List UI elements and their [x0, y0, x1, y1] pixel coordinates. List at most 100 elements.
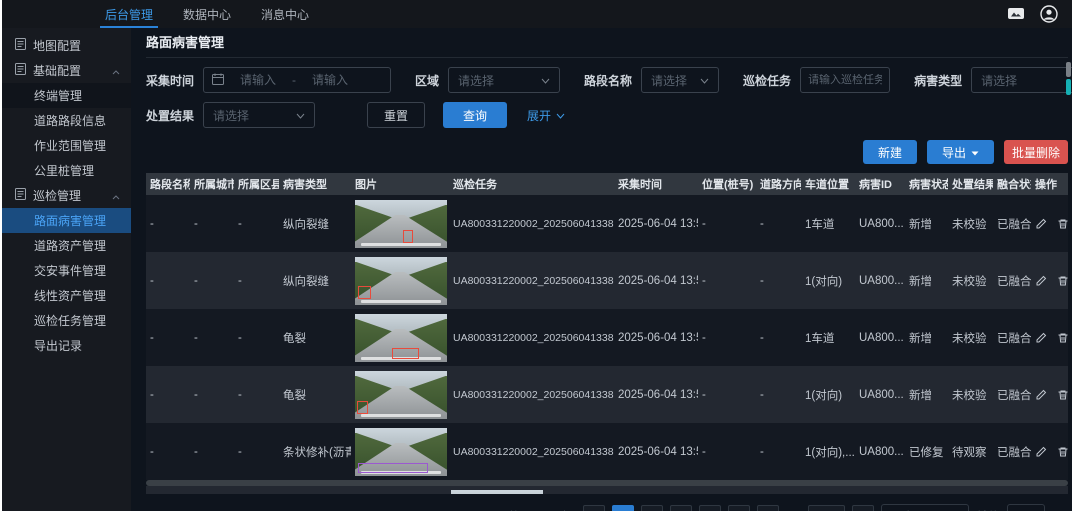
region-label: 区域	[415, 72, 439, 89]
chevron-down-icon	[951, 509, 960, 511]
table-row: - - - 条状修补(沥青) UA800331220002_2025060413…	[146, 423, 1068, 480]
table-row: - - - 纵向裂缝 UA800331220002_20250604133852…	[146, 195, 1068, 252]
sidebar-item-road-section-info[interactable]: 道路路段信息	[2, 108, 131, 133]
top-nav-tabs: 后台管理 数据中心 消息中心	[105, 0, 309, 28]
create-button[interactable]: 新建	[863, 140, 917, 164]
total-count: 共 12706 条	[508, 508, 572, 512]
search-button[interactable]: 查询	[443, 102, 507, 128]
chevron-up-icon	[112, 64, 120, 78]
calendar-icon	[212, 73, 224, 88]
page-button-last[interactable]: 1271	[808, 505, 845, 511]
delete-icon[interactable]	[1057, 389, 1069, 401]
tab-backend-management[interactable]: 后台管理	[105, 0, 153, 28]
collect-time-range-input[interactable]: -	[203, 67, 391, 93]
table-row: - - - 龟裂 UA800331220002_2025060413385205…	[146, 366, 1068, 423]
goto-label: 前往	[976, 508, 1000, 512]
page-button-4[interactable]: 4	[699, 505, 721, 511]
chevron-down-icon	[541, 73, 550, 87]
topbar: 后台管理 数据中心 消息中心	[2, 0, 1072, 28]
table-row: - - - 龟裂 UA800331220002_2025060413385205…	[146, 309, 1068, 366]
vertical-scrollbar-thumb[interactable]	[1066, 62, 1071, 77]
export-button[interactable]: 导出	[927, 140, 994, 164]
sidebar-item-inspection-task-mgmt[interactable]: 巡检任务管理	[2, 308, 131, 333]
sidebar-item-work-scope-mgmt[interactable]: 作业范围管理	[2, 133, 131, 158]
document-icon	[15, 38, 26, 53]
sidebar-item-linear-asset-mgmt[interactable]: 线性资产管理	[2, 283, 131, 308]
page-button-5[interactable]: 5	[728, 505, 750, 511]
document-icon	[15, 188, 26, 203]
region-select[interactable]: 请选择	[448, 67, 560, 93]
road-photo	[451, 490, 543, 494]
document-icon	[15, 63, 26, 78]
sidebar-item-road-asset-mgmt[interactable]: 道路资产管理	[2, 233, 131, 258]
road-photo[interactable]	[355, 371, 447, 419]
table-toolbar: 新建 导出 批量删除	[146, 137, 1072, 173]
next-page-button[interactable]: ›	[852, 505, 874, 511]
delete-icon[interactable]	[1057, 275, 1069, 287]
sidebar-group-base-config[interactable]: 基础配置	[2, 58, 131, 83]
vertical-scrollbar-accent[interactable]	[1066, 79, 1071, 95]
road-photo[interactable]	[355, 428, 447, 476]
delete-icon[interactable]	[1057, 446, 1069, 458]
chevron-down-icon	[556, 108, 565, 122]
prev-page-button[interactable]: ‹	[583, 505, 605, 511]
task-input-wrap	[800, 67, 890, 93]
sidebar-item-map-config[interactable]: 地图配置	[2, 33, 131, 58]
delete-icon[interactable]	[1057, 218, 1069, 230]
batch-delete-button[interactable]: 批量删除	[1004, 140, 1068, 164]
road-name-label: 路段名称	[584, 72, 632, 89]
collect-time-label: 采集时间	[146, 72, 194, 89]
collect-time-start-input[interactable]	[229, 73, 287, 87]
user-avatar-icon[interactable]	[1040, 5, 1058, 23]
tab-data-center[interactable]: 数据中心	[183, 0, 231, 28]
disease-type-label: 病害类型	[914, 72, 962, 89]
sidebar-item-export-records[interactable]: 导出记录	[2, 333, 131, 358]
edit-icon[interactable]	[1035, 275, 1047, 287]
page-size-select[interactable]: 10条/页	[881, 504, 969, 511]
topbar-icons	[1007, 0, 1072, 28]
road-photo[interactable]	[355, 200, 447, 248]
handle-result-label: 处置结果	[146, 107, 194, 124]
expand-filters-link[interactable]: 展开	[527, 107, 565, 124]
detection-box	[392, 348, 419, 359]
sidebar: 地图配置 基础配置 终端管理 道路路段信息 作业范围管理 公里桩管理 巡检管理 …	[2, 28, 131, 511]
edit-icon[interactable]	[1035, 446, 1047, 458]
road-photo[interactable]	[355, 257, 447, 305]
delete-icon[interactable]	[1057, 332, 1069, 344]
detection-box	[403, 230, 413, 243]
collect-time-end-input[interactable]	[301, 73, 359, 87]
reset-button[interactable]: 重置	[367, 102, 425, 128]
filter-panel: 采集时间 - 区域 请选择	[146, 58, 1072, 128]
road-photo[interactable]	[355, 314, 447, 362]
sidebar-item-road-disease-mgmt[interactable]: 路面病害管理	[2, 208, 131, 233]
tab-message-center[interactable]: 消息中心	[261, 0, 309, 28]
sidebar-item-terminal-mgmt[interactable]: 终端管理	[2, 83, 131, 108]
table-header: 路段名称 所属城市 所属区县 病害类型 图片 巡检任务 采集时间 位置(桩号) …	[146, 173, 1068, 195]
app-window: 后台管理 数据中心 消息中心 地图配置 基础配置 终端管理	[2, 0, 1072, 511]
edit-icon[interactable]	[1035, 389, 1047, 401]
sidebar-group-inspection-mgmt[interactable]: 巡检管理	[2, 183, 131, 208]
monitor-icon[interactable]	[1007, 7, 1025, 21]
chevron-down-icon	[296, 108, 305, 122]
task-input[interactable]	[808, 74, 882, 86]
edit-icon[interactable]	[1035, 218, 1047, 230]
edit-icon[interactable]	[1035, 332, 1047, 344]
disease-type-select[interactable]: 请选择	[971, 67, 1072, 93]
detection-box	[358, 463, 428, 473]
date-range-separator: -	[292, 73, 296, 87]
handle-result-select[interactable]: 请选择	[203, 102, 315, 128]
chevron-down-icon	[700, 73, 709, 87]
chevron-down-icon	[971, 145, 979, 159]
table-row: - - - 纵向裂缝 UA800331220002_20250604133852…	[146, 252, 1068, 309]
more-pages-button[interactable]: •••	[786, 509, 802, 511]
road-name-select[interactable]: 请选择	[641, 67, 719, 93]
page-button-3[interactable]: 3	[670, 505, 692, 511]
page-button-1[interactable]: 1	[612, 505, 634, 511]
page-button-2[interactable]: 2	[641, 505, 663, 511]
sidebar-item-traffic-safety-event-mgmt[interactable]: 交安事件管理	[2, 258, 131, 283]
goto-page-input[interactable]	[1007, 504, 1045, 511]
detection-box	[357, 401, 368, 414]
page-unit-label: 页	[1052, 508, 1064, 512]
page-button-6[interactable]: 6	[757, 505, 779, 511]
sidebar-item-kilometer-post-mgmt[interactable]: 公里桩管理	[2, 158, 131, 183]
